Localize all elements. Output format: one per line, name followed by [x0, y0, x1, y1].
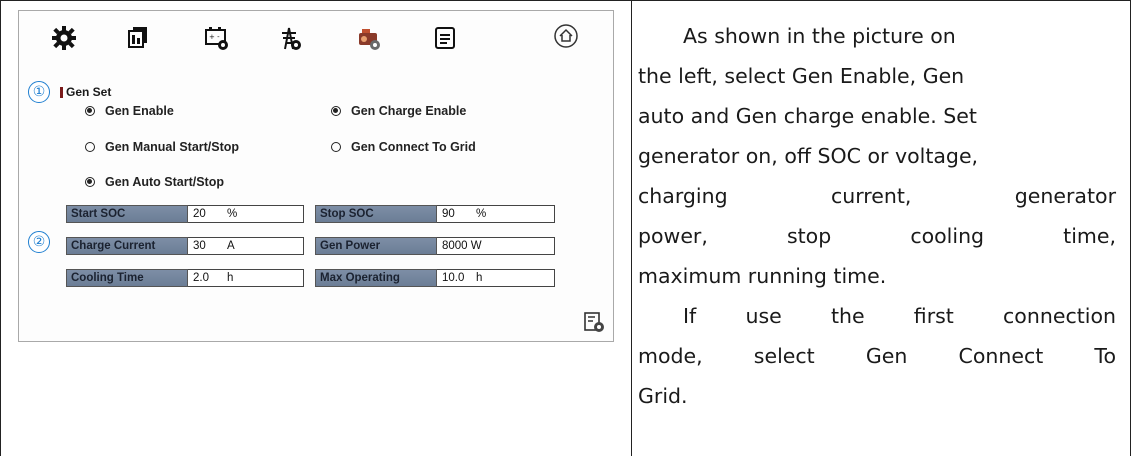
gen-power-value: 8000 W — [442, 240, 482, 252]
charge-current-field[interactable]: Charge Current 30 A — [66, 237, 304, 255]
stop-soc-field[interactable]: Stop SOC 90% — [315, 205, 555, 223]
table-border-right — [1130, 0, 1131, 456]
radio-dot — [85, 177, 95, 187]
text-line: If use the first connection — [683, 304, 1116, 328]
cooling-time-label: Cooling Time — [66, 269, 188, 287]
max-operating-unit: h — [476, 272, 483, 284]
svg-text:+ -: + - — [209, 33, 220, 41]
radio-label: Gen Enable — [105, 104, 174, 118]
gen-set-screenshot: + - ① Gen Set Gen Enable Gen Charge Enab… — [18, 10, 614, 342]
max-operating-value-box[interactable]: 10.0 h — [437, 269, 555, 287]
text-line: mode, select Gen Connect To — [638, 344, 1116, 368]
radio-label: Gen Connect To Grid — [351, 140, 476, 154]
text-line: power, stop cooling time, — [638, 224, 1116, 248]
text-line: Grid. — [638, 384, 688, 408]
text-line: charging current, generator — [638, 184, 1116, 208]
annotation-1: ① — [28, 81, 50, 103]
home-icon[interactable] — [553, 23, 579, 49]
text-line: the left, select Gen Enable, Gen — [638, 64, 965, 88]
start-soc-unit: % — [227, 208, 238, 220]
table-column-divider — [631, 0, 632, 456]
battery-settings-icon[interactable] — [124, 25, 150, 51]
battery-gear-icon[interactable]: + - — [204, 25, 230, 51]
cooling-time-value: 2.0 — [193, 272, 209, 284]
cooling-time-field[interactable]: Cooling Time 2.0 h — [66, 269, 304, 287]
gen-power-label: Gen Power — [315, 237, 437, 255]
gen-connect-to-grid-radio[interactable]: Gen Connect To Grid — [331, 140, 476, 154]
section-title: Gen Set — [66, 85, 112, 99]
table-border-left — [0, 0, 1, 456]
text-line: As shown in the picture on — [683, 24, 956, 48]
stop-soc-value: 90 — [442, 208, 455, 220]
cooling-time-unit: h — [227, 272, 234, 284]
table-border-top — [0, 0, 1131, 1]
radio-label: Gen Auto Start/Stop — [105, 175, 224, 189]
gear-icon[interactable] — [51, 25, 77, 51]
stop-soc-label: Stop SOC — [315, 205, 437, 223]
generator-icon[interactable] — [356, 25, 382, 51]
stop-soc-unit: % — [476, 208, 487, 220]
settings-save-icon[interactable] — [583, 311, 605, 333]
max-operating-field[interactable]: Max Operating 10.0 h — [315, 269, 555, 287]
section-marker — [60, 87, 63, 98]
toolbar: + - — [19, 11, 613, 59]
gen-manual-start-stop-radio[interactable]: Gen Manual Start/Stop — [85, 140, 239, 154]
charge-current-unit: A — [227, 240, 235, 252]
document-icon[interactable] — [432, 25, 458, 51]
start-soc-value-box[interactable]: 20% — [188, 205, 304, 223]
gen-auto-start-stop-radio[interactable]: Gen Auto Start/Stop — [85, 175, 224, 189]
gen-power-field[interactable]: Gen Power 8000 W — [315, 237, 555, 255]
radio-dot — [331, 142, 341, 152]
text-line: maximum running time. — [638, 264, 887, 288]
charge-current-label: Charge Current — [66, 237, 188, 255]
charge-current-value: 30 — [193, 240, 206, 252]
max-operating-value: 10.0 — [442, 272, 465, 284]
radio-label: Gen Manual Start/Stop — [105, 140, 240, 154]
text-line: auto and Gen charge enable. Set — [638, 104, 977, 128]
max-operating-label: Max Operating — [315, 269, 437, 287]
radio-dot — [85, 106, 95, 116]
charge-current-value-box[interactable]: 30 A — [188, 237, 304, 255]
stop-soc-value-box[interactable]: 90% — [437, 205, 555, 223]
radio-label: Gen Charge Enable — [351, 104, 467, 118]
gen-charge-enable-radio[interactable]: Gen Charge Enable — [331, 104, 466, 118]
start-soc-label: Start SOC — [66, 205, 188, 223]
radio-dot — [331, 106, 341, 116]
grid-tower-icon[interactable] — [277, 25, 303, 51]
gen-enable-radio[interactable]: Gen Enable — [85, 104, 174, 118]
annotation-2: ② — [28, 231, 50, 253]
start-soc-value: 20 — [193, 208, 206, 220]
radio-dot — [85, 142, 95, 152]
text-line: generator on, off SOC or voltage, — [638, 144, 979, 168]
cooling-time-value-box[interactable]: 2.0 h — [188, 269, 304, 287]
start-soc-field[interactable]: Start SOC 20% — [66, 205, 304, 223]
gen-power-value-box[interactable]: 8000 W — [437, 237, 555, 255]
